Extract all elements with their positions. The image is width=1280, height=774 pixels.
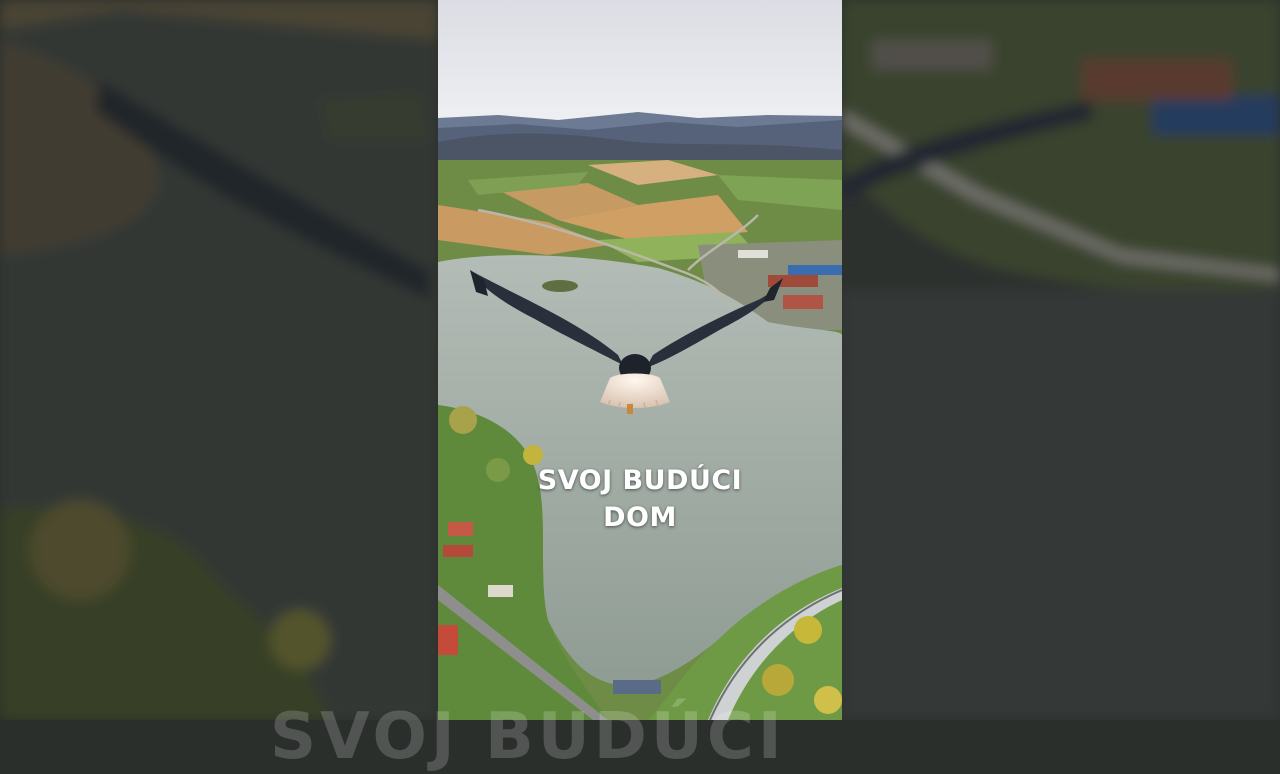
blurred-background-right	[842, 0, 1280, 720]
caption-line-1: SVOJ BUDÚCI	[537, 465, 743, 496]
video-frame[interactable]	[438, 0, 842, 720]
aerial-landscape-image	[438, 0, 842, 720]
video-caption: SVOJ BUDÚCI DOM	[438, 462, 842, 536]
blurred-background-left	[0, 0, 438, 720]
caption-line-2: DOM	[603, 502, 677, 533]
